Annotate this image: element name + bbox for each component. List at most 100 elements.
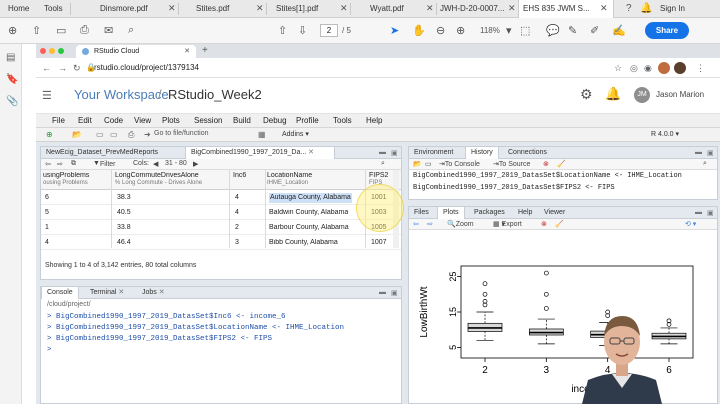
maximize-pane-icon[interactable]: ▣	[391, 149, 398, 157]
menu-build[interactable]: Build	[233, 116, 251, 125]
column-divider[interactable]	[229, 170, 230, 248]
next-page-icon[interactable]: ⇩	[298, 24, 307, 37]
save-icon[interactable]: ▭	[96, 130, 104, 139]
close-icon[interactable]: ✕	[168, 3, 176, 14]
column-header[interactable]: LocationName IHME_Location	[267, 172, 363, 186]
bell-icon[interactable]: 🔔	[640, 3, 652, 14]
remove-icon[interactable]: ⊗	[543, 160, 549, 168]
zoom-button[interactable]: 🔍 Zoom	[447, 220, 474, 228]
gear-icon[interactable]: ⚙	[580, 86, 593, 103]
highlight-icon[interactable]: ✐	[590, 24, 599, 37]
table-row[interactable]: 6 38.3 4 Autauga County, Alabama 1001	[41, 191, 401, 205]
maximize-pane-icon[interactable]: ▣	[707, 149, 714, 157]
doc-tab-4[interactable]: Wyatt.pdf	[370, 4, 404, 13]
share-button[interactable]: Share	[645, 22, 689, 39]
extension-icon[interactable]: ◉	[644, 63, 652, 74]
minimize-window-dot[interactable]	[49, 48, 55, 54]
menu-code[interactable]: Code	[104, 116, 123, 125]
column-divider[interactable]	[111, 170, 112, 248]
maximize-pane-icon[interactable]: ▣	[707, 209, 714, 217]
open-file-icon[interactable]: 📂	[72, 130, 82, 139]
tab-packages[interactable]: Packages	[469, 207, 510, 219]
page-number-input[interactable]: 2	[320, 24, 338, 37]
user-name[interactable]: Jason Marion	[656, 90, 704, 99]
save-all-icon[interactable]: ▭	[110, 130, 118, 139]
remove-icon[interactable]: ⊗	[541, 220, 547, 228]
doc-tab-3[interactable]: Stites[1].pdf	[276, 4, 318, 13]
forward-icon[interactable]: →	[58, 63, 67, 73]
tab-bigcombined[interactable]: BigCombined1990_1997_2019_Da... ✕	[185, 147, 335, 159]
chevron-down-icon[interactable]: ▾	[506, 24, 512, 37]
close-icon[interactable]: ✕	[340, 3, 348, 14]
table-row[interactable]: 1 33.8 2 Barbour County, Alabama 1005	[41, 221, 401, 235]
menu-debug[interactable]: Debug	[263, 116, 287, 125]
back-icon[interactable]: ←	[42, 63, 51, 73]
search-icon[interactable]: ⌕	[703, 160, 707, 168]
search-icon[interactable]: ⌕	[128, 24, 134, 37]
bell-icon[interactable]: 🔔	[605, 86, 621, 102]
table-row[interactable]: 4 46.4 3 Bibb County, Alabama 1007	[41, 236, 401, 250]
forward-icon[interactable]: ⇨	[427, 220, 433, 228]
back-icon[interactable]: ⇦	[45, 160, 51, 168]
workspace-link[interactable]: Your Workspace	[74, 87, 169, 102]
goto-file-input[interactable]: Go to file/function	[154, 130, 208, 137]
tab-terminal[interactable]: Terminal ✕	[85, 287, 129, 299]
export-button[interactable]: ▦ Export ▾	[493, 220, 522, 228]
tab-files[interactable]: Files	[409, 207, 434, 219]
minimize-pane-icon[interactable]: ▬	[695, 149, 702, 156]
menu-help[interactable]: Help	[366, 116, 382, 125]
console-prompt[interactable]: >	[47, 346, 52, 354]
broom-icon[interactable]: 🧹	[557, 160, 566, 168]
menu-profile[interactable]: Profile	[296, 116, 319, 125]
column-header[interactable]: usingProblems ousing Problems	[43, 172, 109, 186]
print-icon[interactable]: ⎙	[80, 24, 89, 37]
maximize-window-dot[interactable]	[58, 48, 64, 54]
help-icon[interactable]: ?	[626, 3, 632, 14]
tab-viewer[interactable]: Viewer	[539, 207, 570, 219]
extension-icon[interactable]: ◎	[630, 63, 638, 74]
forward-icon[interactable]: ⇨	[57, 160, 63, 168]
hand-icon[interactable]: ✋	[412, 24, 426, 37]
save-icon[interactable]: ▭	[425, 160, 432, 168]
to-source-button[interactable]: ⇥ To Source	[493, 160, 530, 168]
tab-environment[interactable]: Environment	[409, 147, 458, 159]
popout-icon[interactable]: ⧉	[71, 160, 76, 168]
menu-tools[interactable]: Tools	[333, 116, 352, 125]
save-icon[interactable]: ▭	[56, 24, 66, 37]
column-header[interactable]: LongCommuteDrivesAlone % Long Commute - …	[115, 172, 227, 186]
filter-button[interactable]: ▼ Filter	[93, 160, 116, 168]
pages-icon[interactable]: ▤	[6, 52, 15, 63]
create-pdf-icon[interactable]: ⊕	[8, 24, 17, 37]
menu-file[interactable]: File	[52, 116, 65, 125]
back-icon[interactable]: ⇦	[413, 220, 419, 228]
reload-icon[interactable]: ↻	[73, 63, 81, 74]
tab-newecig[interactable]: NewEcig_Dataset_PrevMedReports	[41, 147, 181, 159]
extension-icon[interactable]	[658, 62, 670, 74]
maximize-pane-icon[interactable]: ▣	[391, 289, 398, 297]
column-header[interactable]: Inc6	[233, 172, 263, 180]
close-icon[interactable]: ✕	[308, 149, 314, 156]
menu-kebab-icon[interactable]: ⋮	[696, 63, 705, 74]
to-console-button[interactable]: ⇥ To Console	[439, 160, 480, 168]
search-icon[interactable]: ⌕	[381, 160, 385, 168]
table-row[interactable]: 5 40.5 4 Baldwin County, Alabama 1003	[41, 206, 401, 220]
goto-icon[interactable]: ➜	[144, 130, 151, 139]
sign-in-link[interactable]: Sign In	[660, 4, 685, 13]
avatar[interactable]: JM	[634, 87, 650, 103]
tab-jobs[interactable]: Jobs ✕	[137, 287, 170, 299]
history-entry[interactable]: BigCombined1990_1997_2019_DatasSet$Locat…	[413, 172, 682, 180]
zoom-in-icon[interactable]: ⊕	[456, 24, 465, 37]
close-icon[interactable]: ✕	[508, 3, 516, 14]
home-tab[interactable]: Home	[8, 4, 29, 13]
table-cell-selected[interactable]: Autauga County, Alabama	[269, 193, 352, 203]
publish-icon[interactable]: ⟲ ▾	[685, 220, 696, 228]
tab-plots[interactable]: Plots	[437, 207, 465, 219]
broom-icon[interactable]: 🧹	[555, 220, 564, 228]
close-window-dot[interactable]	[40, 48, 46, 54]
avatar[interactable]	[674, 62, 686, 74]
doc-tab-6[interactable]: EHS 835 JWM S...	[523, 4, 590, 13]
cols-prev-icon[interactable]: ◀	[153, 160, 158, 168]
cols-next-icon[interactable]: ▶	[193, 160, 198, 168]
menu-view[interactable]: View	[134, 116, 151, 125]
url-text[interactable]: rstudio.cloud/project/1379134	[94, 63, 199, 72]
